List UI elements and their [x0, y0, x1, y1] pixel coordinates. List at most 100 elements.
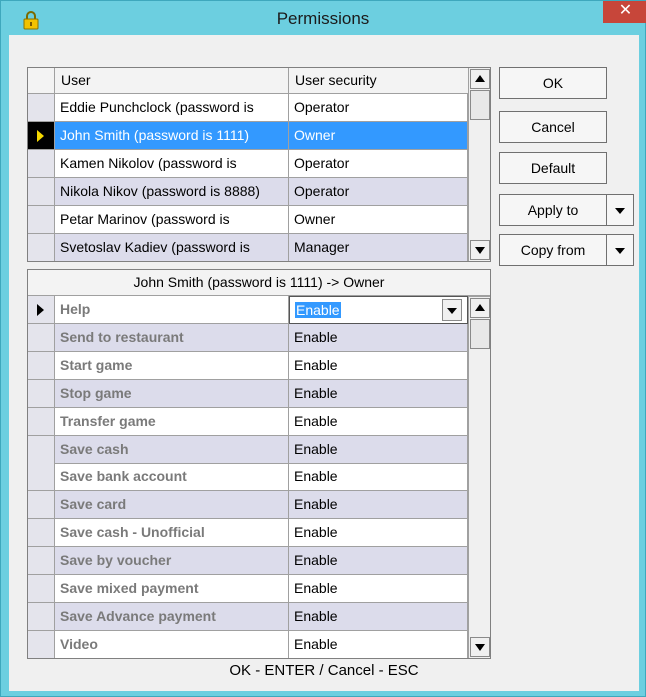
permission-name-cell: Save by voucher [55, 547, 289, 576]
permissions-scrollbar[interactable] [468, 296, 490, 658]
user-name-cell[interactable]: Eddie Punchclock (password is [55, 94, 289, 122]
copy-from-dropdown-icon[interactable] [606, 235, 633, 265]
row-indicator[interactable] [28, 178, 55, 206]
permission-row[interactable]: Stop game Enable [28, 379, 468, 408]
permission-name-cell: Video [55, 630, 289, 658]
users-grid[interactable]: User User security Eddie Punchclock (pas… [27, 67, 491, 262]
scroll-down-icon[interactable] [470, 240, 490, 260]
ok-button[interactable]: OK [499, 67, 607, 99]
combo-dropdown-icon[interactable] [442, 299, 462, 321]
row-indicator[interactable] [28, 234, 55, 261]
user-row[interactable]: Nikola Nikov (password is 8888) Operator [28, 178, 468, 206]
user-row[interactable]: Petar Marinov (password is Owner [28, 206, 468, 234]
title-bar[interactable]: Permissions ✕ [1, 1, 646, 35]
copy-from-button[interactable]: Copy from [499, 234, 634, 266]
permission-value-cell[interactable]: Enable [289, 519, 468, 548]
copy-from-label[interactable]: Copy from [500, 235, 606, 265]
permission-row[interactable]: Start game Enable [28, 351, 468, 380]
permission-value-cell[interactable]: Enable [289, 491, 468, 520]
row-indicator[interactable] [28, 491, 55, 520]
permissions-caption: John Smith (password is 1111) -> Owner [28, 270, 490, 296]
row-indicator[interactable] [28, 547, 55, 576]
current-row-indicator-icon[interactable] [28, 122, 55, 150]
permission-value-cell[interactable]: Enable [289, 575, 468, 603]
permission-value-text[interactable]: Enable [295, 302, 341, 318]
user-row[interactable]: Eddie Punchclock (password is Operator [28, 94, 468, 122]
user-row[interactable]: John Smith (password is 1111) Owner [28, 122, 468, 150]
user-row[interactable]: Kamen Nikolov (password is Operator [28, 150, 468, 178]
permission-value-cell[interactable]: Enable [289, 547, 468, 576]
permission-row[interactable]: Video Enable [28, 630, 468, 658]
apply-to-dropdown-icon[interactable] [606, 195, 633, 225]
column-header-user[interactable]: User [55, 68, 289, 94]
row-indicator[interactable] [28, 630, 55, 658]
permission-row[interactable]: Help Enable [28, 296, 468, 324]
permission-value-cell[interactable]: Enable [289, 630, 468, 658]
permission-value-cell[interactable]: Enable [289, 379, 468, 408]
permission-name-cell: Transfer game [55, 407, 289, 436]
scroll-up-icon[interactable] [470, 69, 490, 89]
permission-row[interactable]: Save Advance payment Enable [28, 602, 468, 631]
scroll-thumb[interactable] [470, 319, 490, 349]
user-name-cell[interactable]: Kamen Nikolov (password is [55, 150, 289, 178]
close-icon: ✕ [618, 2, 633, 19]
row-indicator[interactable] [28, 407, 55, 436]
row-indicator[interactable] [28, 323, 55, 352]
users-header-corner [28, 68, 55, 94]
permission-name-cell: Stop game [55, 379, 289, 408]
permission-value-cell[interactable]: Enable [289, 351, 468, 380]
permission-value-cell[interactable]: Enable [289, 463, 468, 492]
permission-value-cell[interactable]: Enable [289, 323, 468, 352]
permission-row[interactable]: Send to restaurant Enable [28, 323, 468, 352]
user-name-cell[interactable]: John Smith (password is 1111) [55, 122, 289, 150]
scroll-up-icon[interactable] [470, 298, 490, 318]
default-button[interactable]: Default [499, 152, 607, 184]
row-indicator[interactable] [28, 602, 55, 631]
row-indicator[interactable] [28, 463, 55, 492]
permission-row[interactable]: Save card Enable [28, 491, 468, 520]
user-name-cell[interactable]: Svetoslav Kadiev (password is [55, 234, 289, 261]
current-row-arrow-icon[interactable] [28, 296, 55, 324]
permission-value-combo[interactable]: Enable [289, 296, 468, 324]
user-name-cell[interactable]: Petar Marinov (password is [55, 206, 289, 234]
user-security-cell[interactable]: Operator [289, 94, 468, 122]
permission-value-cell[interactable]: Enable [289, 435, 468, 464]
cancel-button[interactable]: Cancel [499, 111, 607, 143]
user-security-cell[interactable]: Manager [289, 234, 468, 261]
user-security-cell[interactable]: Owner [289, 122, 468, 150]
row-indicator[interactable] [28, 94, 55, 122]
column-header-user-security[interactable]: User security [289, 68, 469, 94]
row-indicator[interactable] [28, 206, 55, 234]
close-button[interactable]: ✕ [603, 1, 646, 23]
user-security-cell[interactable]: Operator [289, 178, 468, 206]
permission-row[interactable]: Save mixed payment Enable [28, 575, 468, 603]
user-security-cell[interactable]: Operator [289, 150, 468, 178]
permission-row[interactable]: Save cash Enable [28, 435, 468, 464]
user-name-cell[interactable]: Nikola Nikov (password is 8888) [55, 178, 289, 206]
row-indicator[interactable] [28, 150, 55, 178]
row-indicator[interactable] [28, 379, 55, 408]
users-scrollbar[interactable] [468, 68, 490, 261]
permission-value-cell[interactable]: Enable [289, 602, 468, 631]
scroll-thumb[interactable] [470, 90, 490, 120]
permission-value-cell[interactable]: Enable [289, 407, 468, 436]
apply-to-button[interactable]: Apply to [499, 194, 634, 226]
permission-row[interactable]: Save by voucher Enable [28, 547, 468, 576]
row-indicator[interactable] [28, 351, 55, 380]
row-indicator[interactable] [28, 435, 55, 464]
permission-row[interactable]: Save cash - Unofficial Enable [28, 519, 468, 548]
permission-name-cell: Send to restaurant [55, 323, 289, 352]
permission-name-cell: Help [55, 296, 289, 324]
shortcut-hint: OK - ENTER / Cancel - ESC [229, 662, 419, 679]
user-row[interactable]: Svetoslav Kadiev (password is Manager [28, 234, 468, 261]
permission-name-cell: Save cash [55, 435, 289, 464]
apply-to-label[interactable]: Apply to [500, 195, 606, 225]
row-indicator[interactable] [28, 519, 55, 548]
permission-row[interactable]: Transfer game Enable [28, 407, 468, 436]
user-security-cell[interactable]: Owner [289, 206, 468, 234]
permissions-grid[interactable]: John Smith (password is 1111) -> Owner H… [27, 269, 491, 659]
row-indicator[interactable] [28, 575, 55, 603]
permission-row[interactable]: Save bank account Enable [28, 463, 468, 492]
scroll-down-icon[interactable] [470, 637, 490, 657]
permission-name-cell: Save cash - Unofficial [55, 519, 289, 548]
